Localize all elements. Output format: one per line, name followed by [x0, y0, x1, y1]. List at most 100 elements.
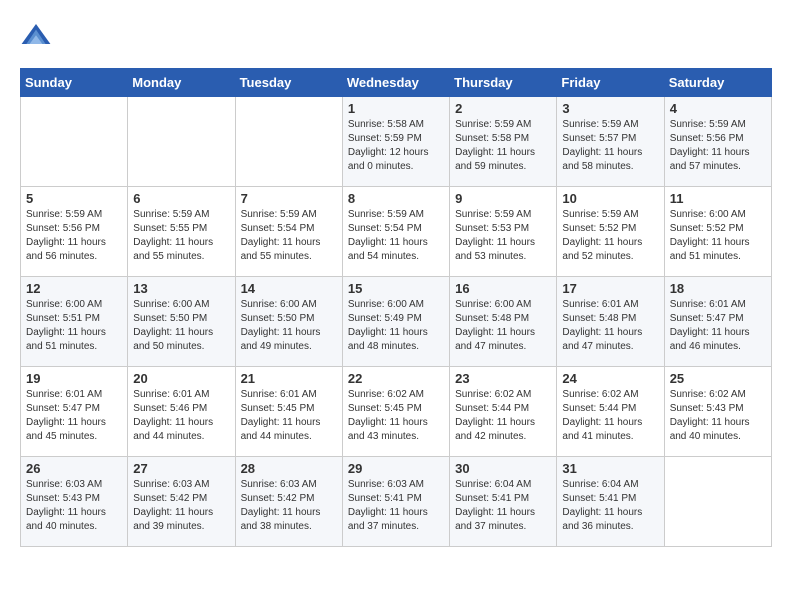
day-info: Sunrise: 5:59 AMSunset: 5:56 PMDaylight:…	[670, 118, 766, 174]
day-number: 23	[455, 371, 551, 386]
day-number: 8	[348, 191, 444, 206]
day-info: Sunrise: 6:03 AMSunset: 5:41 PMDaylight:…	[348, 478, 444, 534]
calendar-header-row: SundayMondayTuesdayWednesdayThursdayFrid…	[21, 69, 772, 97]
day-info: Sunrise: 5:59 AMSunset: 5:56 PMDaylight:…	[26, 208, 122, 264]
day-info: Sunrise: 5:59 AMSunset: 5:54 PMDaylight:…	[241, 208, 337, 264]
calendar-cell: 25Sunrise: 6:02 AMSunset: 5:43 PMDayligh…	[664, 367, 771, 457]
calendar-cell: 31Sunrise: 6:04 AMSunset: 5:41 PMDayligh…	[557, 457, 664, 547]
calendar-cell: 1 Sunrise: 5:58 AMSunset: 5:59 PMDaylight…	[342, 97, 449, 187]
logo-icon	[20, 20, 52, 52]
day-number: 12	[26, 281, 122, 296]
day-number: 16	[455, 281, 551, 296]
calendar-cell: 19 Sunrise: 6:01 AMSunset: 5:47 PMDayligh…	[21, 367, 128, 457]
day-number: 22	[348, 371, 444, 386]
header-tuesday: Tuesday	[235, 69, 342, 97]
calendar-cell: 4 Sunrise: 5:59 AMSunset: 5:56 PMDaylight…	[664, 97, 771, 187]
day-info: Sunrise: 6:00 AMSunset: 5:51 PMDaylight:…	[26, 298, 122, 354]
day-info: Sunrise: 5:58 AMSunset: 5:59 PMDaylight:…	[348, 118, 444, 174]
day-info: Sunrise: 6:01 AMSunset: 5:46 PMDaylight:…	[133, 388, 229, 444]
day-number: 9	[455, 191, 551, 206]
day-number: 2	[455, 101, 551, 116]
day-info: Sunrise: 6:02 AMSunset: 5:43 PMDaylight:…	[670, 388, 766, 444]
day-number: 19	[26, 371, 122, 386]
logo	[20, 20, 58, 52]
day-number: 20	[133, 371, 229, 386]
day-info: Sunrise: 6:00 AMSunset: 5:49 PMDaylight:…	[348, 298, 444, 354]
calendar-cell: 26 Sunrise: 6:03 AMSunset: 5:43 PMDayligh…	[21, 457, 128, 547]
day-info: Sunrise: 6:02 AMSunset: 5:45 PMDaylight:…	[348, 388, 444, 444]
calendar-cell: 6 Sunrise: 5:59 AMSunset: 5:55 PMDaylight…	[128, 187, 235, 277]
calendar-cell: 16Sunrise: 6:00 AMSunset: 5:48 PMDayligh…	[450, 277, 557, 367]
header-saturday: Saturday	[664, 69, 771, 97]
calendar-cell: 20 Sunrise: 6:01 AMSunset: 5:46 PMDayligh…	[128, 367, 235, 457]
day-number: 14	[241, 281, 337, 296]
week-row-4: 19 Sunrise: 6:01 AMSunset: 5:47 PMDayligh…	[21, 367, 772, 457]
day-number: 10	[562, 191, 658, 206]
week-row-2: 5 Sunrise: 5:59 AMSunset: 5:56 PMDaylight…	[21, 187, 772, 277]
calendar-cell: 17 Sunrise: 6:01 AMSunset: 5:48 PMDayligh…	[557, 277, 664, 367]
day-info: Sunrise: 5:59 AMSunset: 5:55 PMDaylight:…	[133, 208, 229, 264]
day-number: 29	[348, 461, 444, 476]
day-number: 5	[26, 191, 122, 206]
day-info: Sunrise: 6:01 AMSunset: 5:48 PMDaylight:…	[562, 298, 658, 354]
day-info: Sunrise: 5:59 AMSunset: 5:54 PMDaylight:…	[348, 208, 444, 264]
day-number: 24	[562, 371, 658, 386]
calendar-cell: 11Sunrise: 6:00 AMSunset: 5:52 PMDayligh…	[664, 187, 771, 277]
calendar-cell	[235, 97, 342, 187]
calendar-cell: 3 Sunrise: 5:59 AMSunset: 5:57 PMDaylight…	[557, 97, 664, 187]
day-number: 31	[562, 461, 658, 476]
calendar-table: SundayMondayTuesdayWednesdayThursdayFrid…	[20, 68, 772, 547]
week-row-5: 26 Sunrise: 6:03 AMSunset: 5:43 PMDayligh…	[21, 457, 772, 547]
day-info: Sunrise: 6:00 AMSunset: 5:50 PMDaylight:…	[241, 298, 337, 354]
day-number: 13	[133, 281, 229, 296]
calendar-cell: 23 Sunrise: 6:02 AMSunset: 5:44 PMDayligh…	[450, 367, 557, 457]
day-info: Sunrise: 6:01 AMSunset: 5:47 PMDaylight:…	[26, 388, 122, 444]
calendar-cell: 21Sunrise: 6:01 AMSunset: 5:45 PMDayligh…	[235, 367, 342, 457]
header-wednesday: Wednesday	[342, 69, 449, 97]
day-info: Sunrise: 6:00 AMSunset: 5:52 PMDaylight:…	[670, 208, 766, 264]
day-info: Sunrise: 6:01 AMSunset: 5:45 PMDaylight:…	[241, 388, 337, 444]
calendar-cell: 5 Sunrise: 5:59 AMSunset: 5:56 PMDaylight…	[21, 187, 128, 277]
day-info: Sunrise: 6:03 AMSunset: 5:42 PMDaylight:…	[241, 478, 337, 534]
calendar-cell: 28Sunrise: 6:03 AMSunset: 5:42 PMDayligh…	[235, 457, 342, 547]
day-number: 17	[562, 281, 658, 296]
calendar-cell: 27 Sunrise: 6:03 AMSunset: 5:42 PMDayligh…	[128, 457, 235, 547]
calendar-cell: 9 Sunrise: 5:59 AMSunset: 5:53 PMDaylight…	[450, 187, 557, 277]
calendar-cell	[128, 97, 235, 187]
header-sunday: Sunday	[21, 69, 128, 97]
day-info: Sunrise: 5:59 AMSunset: 5:53 PMDaylight:…	[455, 208, 551, 264]
day-number: 6	[133, 191, 229, 206]
day-number: 15	[348, 281, 444, 296]
day-info: Sunrise: 5:59 AMSunset: 5:58 PMDaylight:…	[455, 118, 551, 174]
calendar-cell: 10 Sunrise: 5:59 AMSunset: 5:52 PMDayligh…	[557, 187, 664, 277]
day-info: Sunrise: 6:03 AMSunset: 5:43 PMDaylight:…	[26, 478, 122, 534]
day-number: 4	[670, 101, 766, 116]
calendar-cell	[21, 97, 128, 187]
calendar-cell: 7 Sunrise: 5:59 AMSunset: 5:54 PMDaylight…	[235, 187, 342, 277]
day-info: Sunrise: 6:02 AMSunset: 5:44 PMDaylight:…	[455, 388, 551, 444]
calendar-cell: 30 Sunrise: 6:04 AMSunset: 5:41 PMDayligh…	[450, 457, 557, 547]
calendar-cell: 29 Sunrise: 6:03 AMSunset: 5:41 PMDayligh…	[342, 457, 449, 547]
page-header	[20, 20, 772, 52]
header-thursday: Thursday	[450, 69, 557, 97]
day-info: Sunrise: 6:03 AMSunset: 5:42 PMDaylight:…	[133, 478, 229, 534]
day-number: 1	[348, 101, 444, 116]
calendar-cell: 12 Sunrise: 6:00 AMSunset: 5:51 PMDayligh…	[21, 277, 128, 367]
calendar-cell: 22 Sunrise: 6:02 AMSunset: 5:45 PMDayligh…	[342, 367, 449, 457]
day-info: Sunrise: 6:04 AMSunset: 5:41 PMDaylight:…	[455, 478, 551, 534]
day-number: 27	[133, 461, 229, 476]
week-row-3: 12 Sunrise: 6:00 AMSunset: 5:51 PMDayligh…	[21, 277, 772, 367]
calendar-cell: 15 Sunrise: 6:00 AMSunset: 5:49 PMDayligh…	[342, 277, 449, 367]
calendar-cell: 24Sunrise: 6:02 AMSunset: 5:44 PMDayligh…	[557, 367, 664, 457]
day-number: 7	[241, 191, 337, 206]
calendar-cell	[664, 457, 771, 547]
day-info: Sunrise: 5:59 AMSunset: 5:57 PMDaylight:…	[562, 118, 658, 174]
day-info: Sunrise: 5:59 AMSunset: 5:52 PMDaylight:…	[562, 208, 658, 264]
day-number: 26	[26, 461, 122, 476]
calendar-cell: 8 Sunrise: 5:59 AMSunset: 5:54 PMDaylight…	[342, 187, 449, 277]
week-row-1: 1 Sunrise: 5:58 AMSunset: 5:59 PMDaylight…	[21, 97, 772, 187]
day-number: 3	[562, 101, 658, 116]
day-info: Sunrise: 6:00 AMSunset: 5:50 PMDaylight:…	[133, 298, 229, 354]
day-number: 30	[455, 461, 551, 476]
calendar-cell: 14 Sunrise: 6:00 AMSunset: 5:50 PMDayligh…	[235, 277, 342, 367]
